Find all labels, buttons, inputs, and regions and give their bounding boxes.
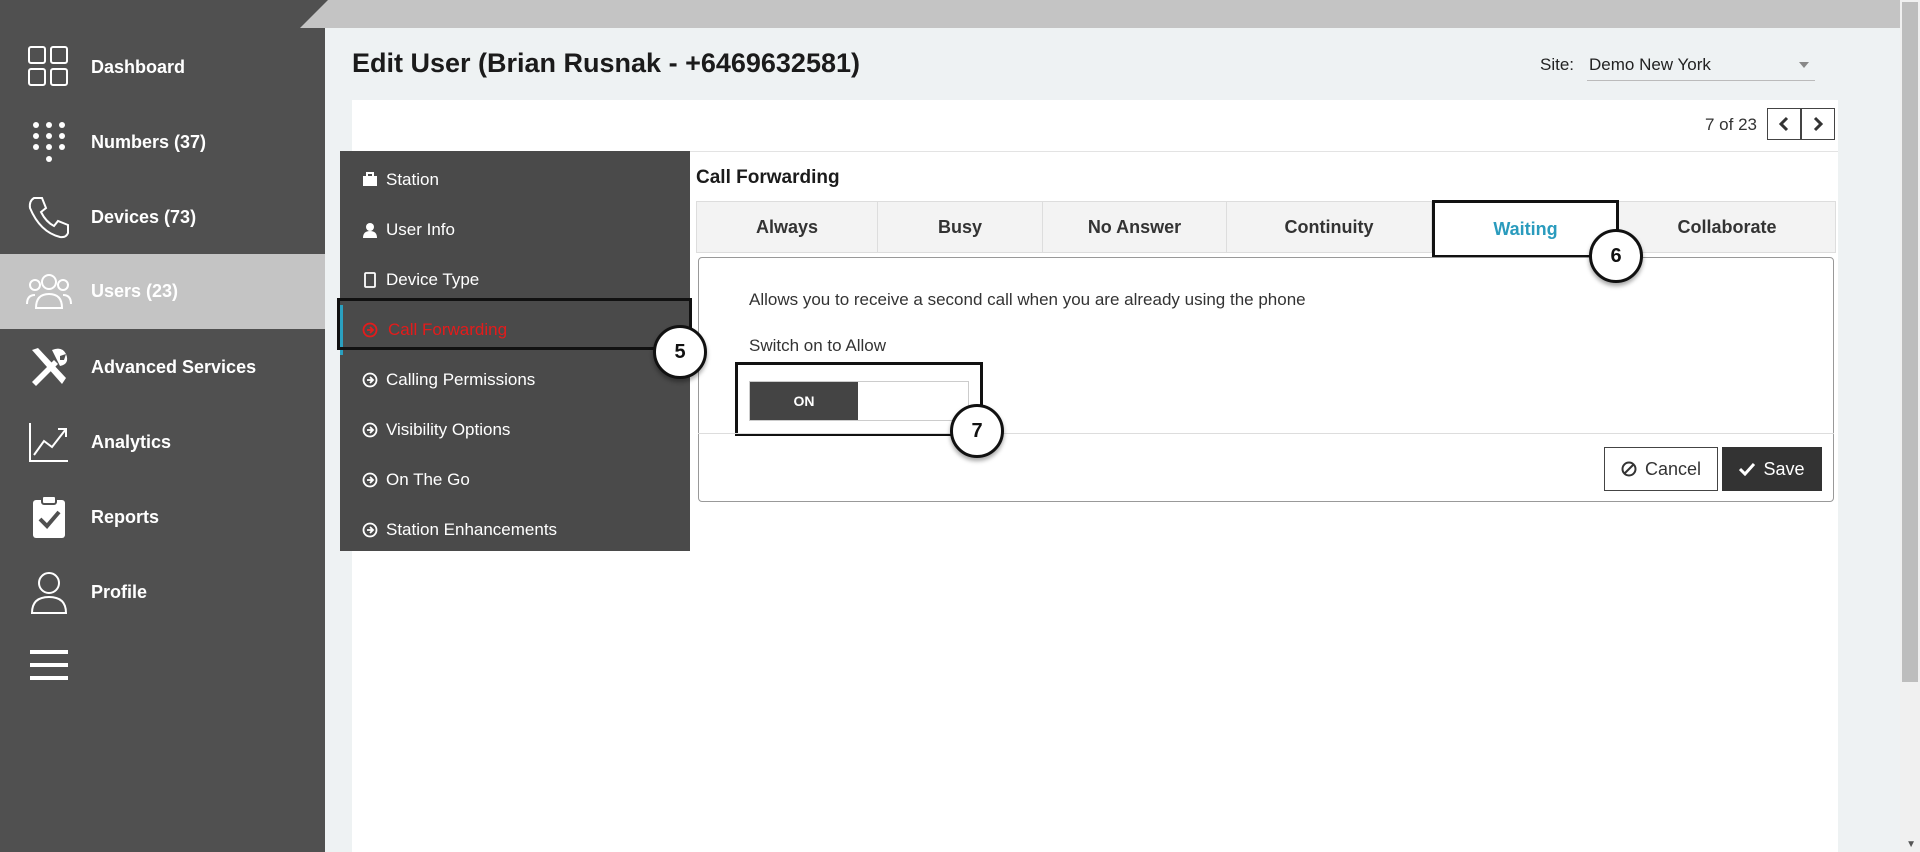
submenu-label: Station — [386, 170, 439, 189]
chevron-right-icon — [1813, 116, 1824, 132]
call-forwarding-tabs: Always Busy No Answer Continuity Waiting… — [696, 200, 1836, 258]
callout-highlight-box — [735, 362, 983, 436]
chevron-down-icon — [1799, 62, 1809, 68]
switch-label: Switch on to Allow — [749, 336, 887, 355]
nav-item-profile[interactable]: Profile — [0, 555, 325, 630]
circle-arrow-icon — [362, 522, 378, 538]
tab-always[interactable]: Always — [697, 202, 878, 252]
circle-arrow-icon — [362, 472, 378, 488]
nav-label: Users (23) — [91, 281, 179, 301]
top-bar-notch — [300, 0, 328, 28]
circle-arrow-icon — [362, 372, 378, 388]
circle-arrow-icon — [362, 422, 378, 438]
submenu-item-on-the-go[interactable]: On The Go — [340, 455, 690, 505]
site-select-value: Demo New York — [1589, 55, 1711, 74]
nav-label: Devices (73) — [91, 207, 197, 227]
nav-label: Profile — [91, 582, 148, 602]
site-select[interactable]: Demo New York — [1587, 52, 1815, 81]
section-title: Call Forwarding — [696, 167, 840, 188]
check-icon — [1739, 462, 1756, 476]
submenu-item-station-enhancements[interactable]: Station Enhancements — [340, 505, 690, 555]
site-label: Site: — [1540, 55, 1575, 74]
submenu-label: Visibility Options — [386, 420, 511, 439]
keypad-icon — [33, 122, 65, 162]
cancel-button[interactable]: Cancel — [1604, 447, 1718, 491]
mobile-icon — [364, 272, 376, 288]
waiting-description: Allows you to receive a second call when… — [749, 290, 1306, 309]
tab-busy[interactable]: Busy — [878, 202, 1043, 252]
submenu-item-user-info[interactable]: User Info — [340, 205, 690, 255]
phone-handset-icon — [28, 197, 69, 239]
submenu-item-visibility-options[interactable]: Visibility Options — [340, 405, 690, 455]
ban-icon — [1621, 461, 1637, 477]
analytics-chart-icon — [29, 423, 68, 462]
page-title: Edit User (Brian Rusnak - +6469632581) — [352, 48, 860, 78]
submenu-label: Station Enhancements — [386, 520, 558, 539]
users-group-icon — [26, 274, 72, 309]
scrollbar-thumb[interactable] — [1902, 2, 1918, 682]
tools-icon — [32, 348, 68, 386]
page-scrollbar[interactable]: ▼ — [1900, 0, 1920, 852]
profile-user-icon — [30, 572, 68, 614]
scroll-down-arrow-icon[interactable]: ▼ — [1906, 839, 1916, 850]
nav-label: Analytics — [91, 432, 172, 452]
chevron-left-icon — [1778, 116, 1789, 132]
nav-item-dashboard[interactable]: Dashboard — [0, 30, 325, 105]
nav-item-numbers[interactable]: Numbers (37) — [0, 105, 325, 180]
submenu-label: On The Go — [386, 470, 470, 489]
submenu-label: User Info — [386, 220, 455, 239]
clipboard-check-icon — [33, 495, 65, 538]
callout-6: 6 — [1589, 229, 1643, 283]
nav-item-reports[interactable]: Reports — [0, 480, 325, 555]
submenu-label: Calling Permissions — [386, 370, 536, 389]
previous-user-button[interactable] — [1767, 108, 1801, 140]
user-settings-menu: Station User Info Device Type Call Forwa… — [340, 151, 690, 551]
nav-item-advanced-services[interactable]: Advanced Services — [0, 330, 325, 405]
nav-label: Advanced Services — [91, 357, 257, 377]
next-user-button[interactable] — [1801, 108, 1835, 140]
top-bar — [300, 0, 1900, 28]
nav-item-analytics[interactable]: Analytics — [0, 405, 325, 480]
divider — [698, 433, 1834, 434]
left-nav: Dashboard Numbers (37) Devices (73) User… — [0, 0, 325, 852]
submenu-item-station[interactable]: Station — [340, 155, 690, 205]
nav-item-users[interactable]: Users (23) — [0, 254, 325, 329]
tab-continuity[interactable]: Continuity — [1227, 202, 1432, 252]
save-button[interactable]: Save — [1722, 447, 1822, 491]
callout-7: 7 — [950, 404, 1004, 458]
nav-label: Reports — [91, 507, 160, 527]
nav-label: Numbers (37) — [91, 132, 207, 152]
cancel-label: Cancel — [1644, 458, 1702, 479]
callout-highlight-box — [337, 298, 692, 350]
callout-5: 5 — [653, 325, 707, 379]
dashboard-grid-icon — [28, 46, 68, 86]
submenu-item-calling-permissions[interactable]: Calling Permissions — [340, 355, 690, 405]
briefcase-icon — [363, 172, 377, 186]
save-label: Save — [1763, 458, 1805, 479]
nav-label: Dashboard — [91, 57, 186, 77]
tab-collaborate[interactable]: Collaborate — [1619, 202, 1835, 252]
user-icon — [363, 223, 377, 238]
pager-count: 7 of 23 — [1705, 115, 1757, 134]
submenu-label: Device Type — [386, 270, 480, 289]
nav-item-devices[interactable]: Devices (73) — [0, 180, 325, 255]
tab-no-answer[interactable]: No Answer — [1043, 202, 1227, 252]
hamburger-menu-icon[interactable] — [30, 648, 68, 682]
